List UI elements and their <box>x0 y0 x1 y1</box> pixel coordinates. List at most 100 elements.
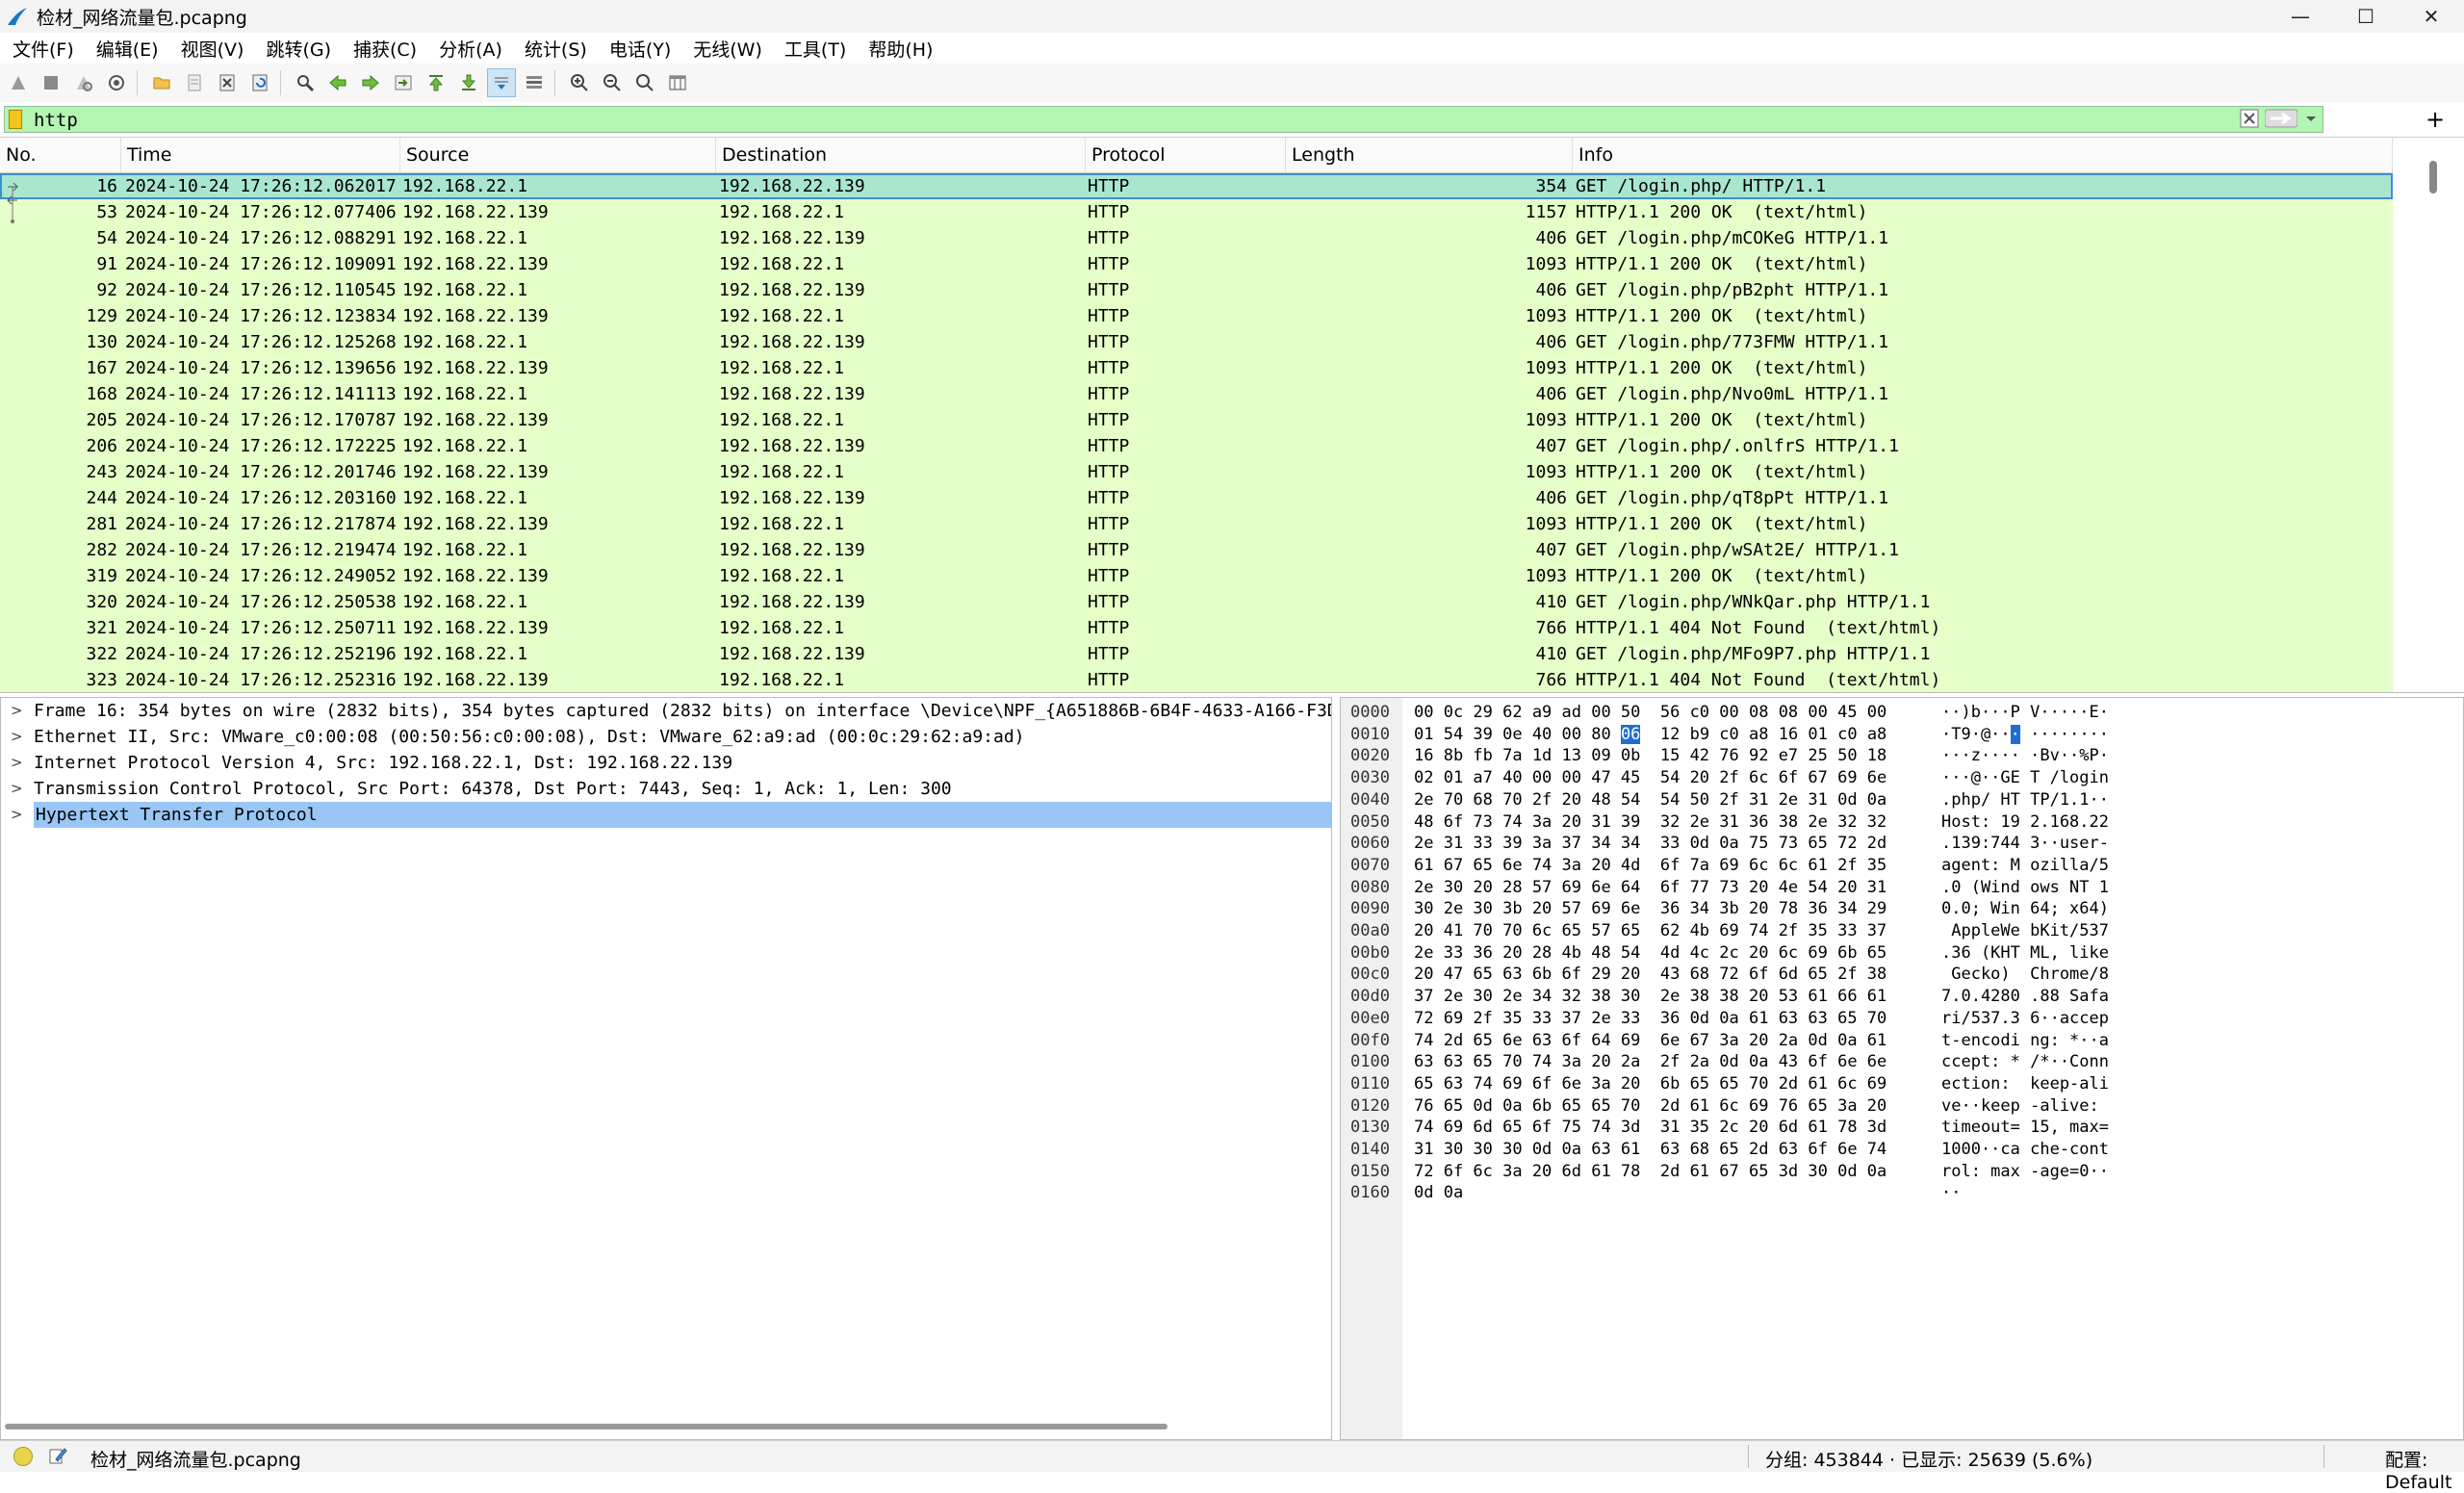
column-header-no[interactable]: No. <box>0 138 121 172</box>
expand-chevron-icon[interactable]: > <box>11 802 23 828</box>
column-header-protocol[interactable]: Protocol <box>1086 138 1286 172</box>
expand-chevron-icon[interactable]: > <box>11 698 23 724</box>
start-capture-icon[interactable] <box>4 68 33 97</box>
detail-tcp[interactable]: > Transmission Control Protocol, Src Port… <box>1 776 1331 802</box>
add-filter-button[interactable]: + <box>2422 106 2449 133</box>
packet-row[interactable]: 92 2024-10-24 17:26:12.110545 192.168.22.1… <box>0 277 2393 303</box>
packet-row[interactable]: 206 2024-10-24 17:26:12.172225 192.168.22.… <box>0 433 2393 459</box>
packet-row[interactable]: 168 2024-10-24 17:26:12.141113 192.168.22.… <box>0 381 2393 407</box>
menu-wireless[interactable]: 无线(W) <box>680 36 772 62</box>
filter-dropdown-icon[interactable] <box>2303 109 2319 132</box>
packet-row[interactable]: 319 2024-10-24 17:26:12.249052 192.168.22.… <box>0 563 2393 589</box>
hex-bytes[interactable]: 2e 33 36 20 28 4b 48 54 4d 4c 2c 20 6c 6… <box>1414 942 1886 965</box>
hex-ascii[interactable]: .php/ HT TP/1.1·· <box>1941 789 2109 811</box>
hex-bytes[interactable]: 48 6f 73 74 3a 20 31 39 32 2e 31 36 38 2… <box>1414 811 1886 834</box>
hex-bytes[interactable]: 74 69 6d 65 6f 75 74 3d 31 35 2c 20 6d 6… <box>1414 1117 1886 1139</box>
hex-bytes[interactable]: 2e 30 20 28 57 69 6e 64 6f 77 73 20 4e 5… <box>1414 877 1886 899</box>
detail-ipv4[interactable]: > Internet Protocol Version 4, Src: 192.1… <box>1 750 1331 776</box>
hex-bytes[interactable]: 02 01 a7 40 00 00 47 45 54 20 2f 6c 6f 6… <box>1414 767 1886 789</box>
clear-filter-icon[interactable] <box>2240 109 2259 132</box>
go-last-packet-icon[interactable] <box>454 68 483 97</box>
go-first-packet-icon[interactable] <box>422 68 450 97</box>
packet-row[interactable]: 53 2024-10-24 17:26:12.077406 192.168.22.1… <box>0 199 2393 225</box>
hex-bytes[interactable]: 65 63 74 69 6f 6e 3a 20 6b 65 65 70 2d 6… <box>1414 1073 1886 1095</box>
hex-ascii[interactable]: Host: 19 2.168.22 <box>1941 811 2109 834</box>
stop-capture-icon[interactable] <box>37 68 65 97</box>
go-forward-icon[interactable] <box>356 68 385 97</box>
close-file-icon[interactable] <box>213 68 242 97</box>
packet-row[interactable]: 244 2024-10-24 17:26:12.203160 192.168.22.… <box>0 485 2393 511</box>
go-to-packet-icon[interactable] <box>389 68 418 97</box>
scrollbar-thumb[interactable] <box>2429 161 2437 193</box>
packet-row[interactable]: 205 2024-10-24 17:26:12.170787 192.168.22.… <box>0 407 2393 433</box>
hex-ascii[interactable]: .139:744 3··user- <box>1941 833 2109 855</box>
hex-bytes[interactable]: 00 0c 29 62 a9 ad 00 50 56 c0 00 08 08 0… <box>1414 702 1886 724</box>
reload-file-icon[interactable] <box>245 68 274 97</box>
hex-ascii[interactable]: ection: keep-ali <box>1941 1073 2109 1095</box>
menu-edit[interactable]: 编辑(E) <box>84 36 168 62</box>
packet-list-scrollbar[interactable] <box>2397 138 2464 692</box>
minimize-button[interactable]: — <box>2268 0 2333 33</box>
hex-ascii[interactable]: .0 (Wind ows NT 1 <box>1941 877 2109 899</box>
zoom-out-icon[interactable] <box>598 68 627 97</box>
hex-bytes[interactable]: 61 67 65 6e 74 3a 20 4d 6f 7a 69 6c 6c 6… <box>1414 855 1886 877</box>
zoom-reset-icon[interactable] <box>630 68 659 97</box>
hex-ascii[interactable]: AppleWe bKit/537 <box>1941 920 2109 942</box>
packet-row[interactable]: 282 2024-10-24 17:26:12.219474 192.168.22.… <box>0 537 2393 563</box>
hex-bytes[interactable]: 63 63 65 70 74 3a 20 2a 2f 2a 0d 0a 43 6… <box>1414 1051 1886 1073</box>
bookmark-icon[interactable] <box>9 110 22 129</box>
hex-ascii[interactable]: 1000··ca che-cont <box>1941 1139 2109 1161</box>
zoom-in-icon[interactable] <box>565 68 594 97</box>
go-back-icon[interactable] <box>323 68 352 97</box>
hex-ascii[interactable]: timeout= 15, max= <box>1941 1117 2109 1139</box>
menu-statistics[interactable]: 统计(S) <box>512 36 597 62</box>
capture-comment-icon[interactable] <box>48 1446 67 1465</box>
expand-chevron-icon[interactable]: > <box>11 776 23 802</box>
hex-bytes[interactable]: 16 8b fb 7a 1d 13 09 0b 15 42 76 92 e7 2… <box>1414 745 1886 767</box>
hex-ascii[interactable]: Gecko) Chrome/8 <box>1941 964 2109 986</box>
menu-go[interactable]: 跳转(G) <box>253 36 341 62</box>
menu-telephony[interactable]: 电话(Y) <box>597 36 680 62</box>
hex-ascii[interactable]: ve··keep -alive: <box>1941 1095 2109 1118</box>
hex-ascii[interactable]: ··)b···P V·····E· <box>1941 702 2109 724</box>
apply-filter-icon[interactable] <box>2264 109 2298 132</box>
packet-row[interactable]: 322 2024-10-24 17:26:12.252196 192.168.22.… <box>0 641 2393 667</box>
packet-row[interactable]: 320 2024-10-24 17:26:12.250538 192.168.22.… <box>0 589 2393 615</box>
hex-bytes[interactable]: 31 30 30 30 0d 0a 63 61 63 68 65 2d 63 6… <box>1414 1139 1886 1161</box>
hex-bytes[interactable]: 76 65 0d 0a 6b 65 65 70 2d 61 6c 69 76 6… <box>1414 1095 1886 1118</box>
status-profile[interactable]: 配置: Default <box>2385 1446 2464 1493</box>
hex-ascii[interactable]: ···@··GE T /login <box>1941 767 2109 789</box>
menu-file[interactable]: 文件(F) <box>0 36 84 62</box>
hex-ascii[interactable]: .36 (KHT ML, like <box>1941 942 2109 965</box>
packet-row[interactable]: 91 2024-10-24 17:26:12.109091 192.168.22.1… <box>0 251 2393 277</box>
column-header-source[interactable]: Source <box>400 138 716 172</box>
hex-bytes[interactable]: 2e 70 68 70 2f 20 48 54 54 50 2f 31 2e 3… <box>1414 789 1886 811</box>
packet-row[interactable]: 129 2024-10-24 17:26:12.123834 192.168.22.… <box>0 303 2393 329</box>
hex-bytes[interactable]: 0d 0a <box>1414 1182 1463 1204</box>
open-file-icon[interactable] <box>147 68 176 97</box>
hex-bytes[interactable]: 74 2d 65 6e 63 6f 64 69 6e 67 3a 20 2a 0… <box>1414 1030 1886 1052</box>
packet-row[interactable]: 281 2024-10-24 17:26:12.217874 192.168.22.… <box>0 511 2393 537</box>
hex-bytes[interactable]: 20 41 70 70 6c 65 57 65 62 4b 69 74 2f 3… <box>1414 920 1886 942</box>
packet-row[interactable]: 16 2024-10-24 17:26:12.062017 192.168.22.1… <box>0 173 2393 199</box>
hex-ascii[interactable]: ccept: * /*··Conn <box>1941 1051 2109 1073</box>
column-header-destination[interactable]: Destination <box>716 138 1086 172</box>
packet-row[interactable]: 167 2024-10-24 17:26:12.139656 192.168.22.… <box>0 355 2393 381</box>
expert-info-icon[interactable] <box>13 1447 33 1466</box>
display-filter-input[interactable] <box>32 108 2230 133</box>
find-packet-icon[interactable] <box>291 68 320 97</box>
column-header-time[interactable]: Time <box>121 138 400 172</box>
menu-help[interactable]: 帮助(H) <box>856 36 942 62</box>
close-button[interactable]: ✕ <box>2399 0 2464 33</box>
colorize-icon[interactable] <box>520 68 549 97</box>
expand-chevron-icon[interactable]: > <box>11 750 23 776</box>
restart-capture-icon[interactable] <box>69 68 98 97</box>
packet-row[interactable]: 323 2024-10-24 17:26:12.252316 192.168.22.… <box>0 667 2393 692</box>
detail-frame[interactable]: > Frame 16: 354 bytes on wire (2832 bits)… <box>1 698 1331 724</box>
menu-capture[interactable]: 捕获(C) <box>341 36 426 62</box>
detail-ethernet[interactable]: > Ethernet II, Src: VMware_c0:00:08 (00:5… <box>1 724 1331 750</box>
hex-ascii[interactable]: ri/537.3 6··accep <box>1941 1008 2109 1030</box>
details-horizontal-scrollbar[interactable] <box>5 1424 1168 1429</box>
hex-bytes[interactable]: 20 47 65 63 6b 6f 29 20 43 68 72 6f 6d 6… <box>1414 964 1886 986</box>
packet-row[interactable]: 130 2024-10-24 17:26:12.125268 192.168.22.… <box>0 329 2393 355</box>
